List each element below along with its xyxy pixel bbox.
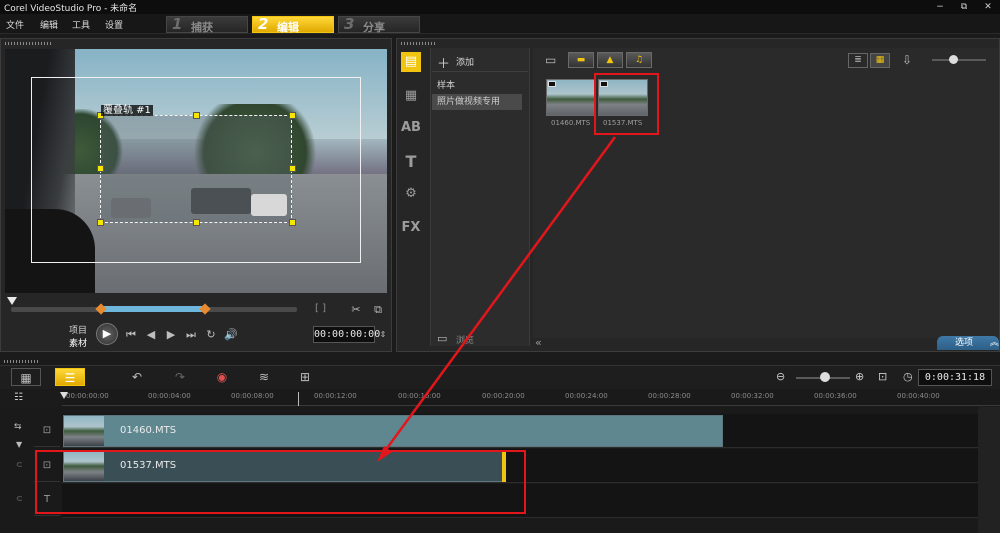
arrow-head [377, 446, 392, 462]
arrow-shaft [380, 136, 617, 456]
annotation-arrow [377, 136, 617, 462]
